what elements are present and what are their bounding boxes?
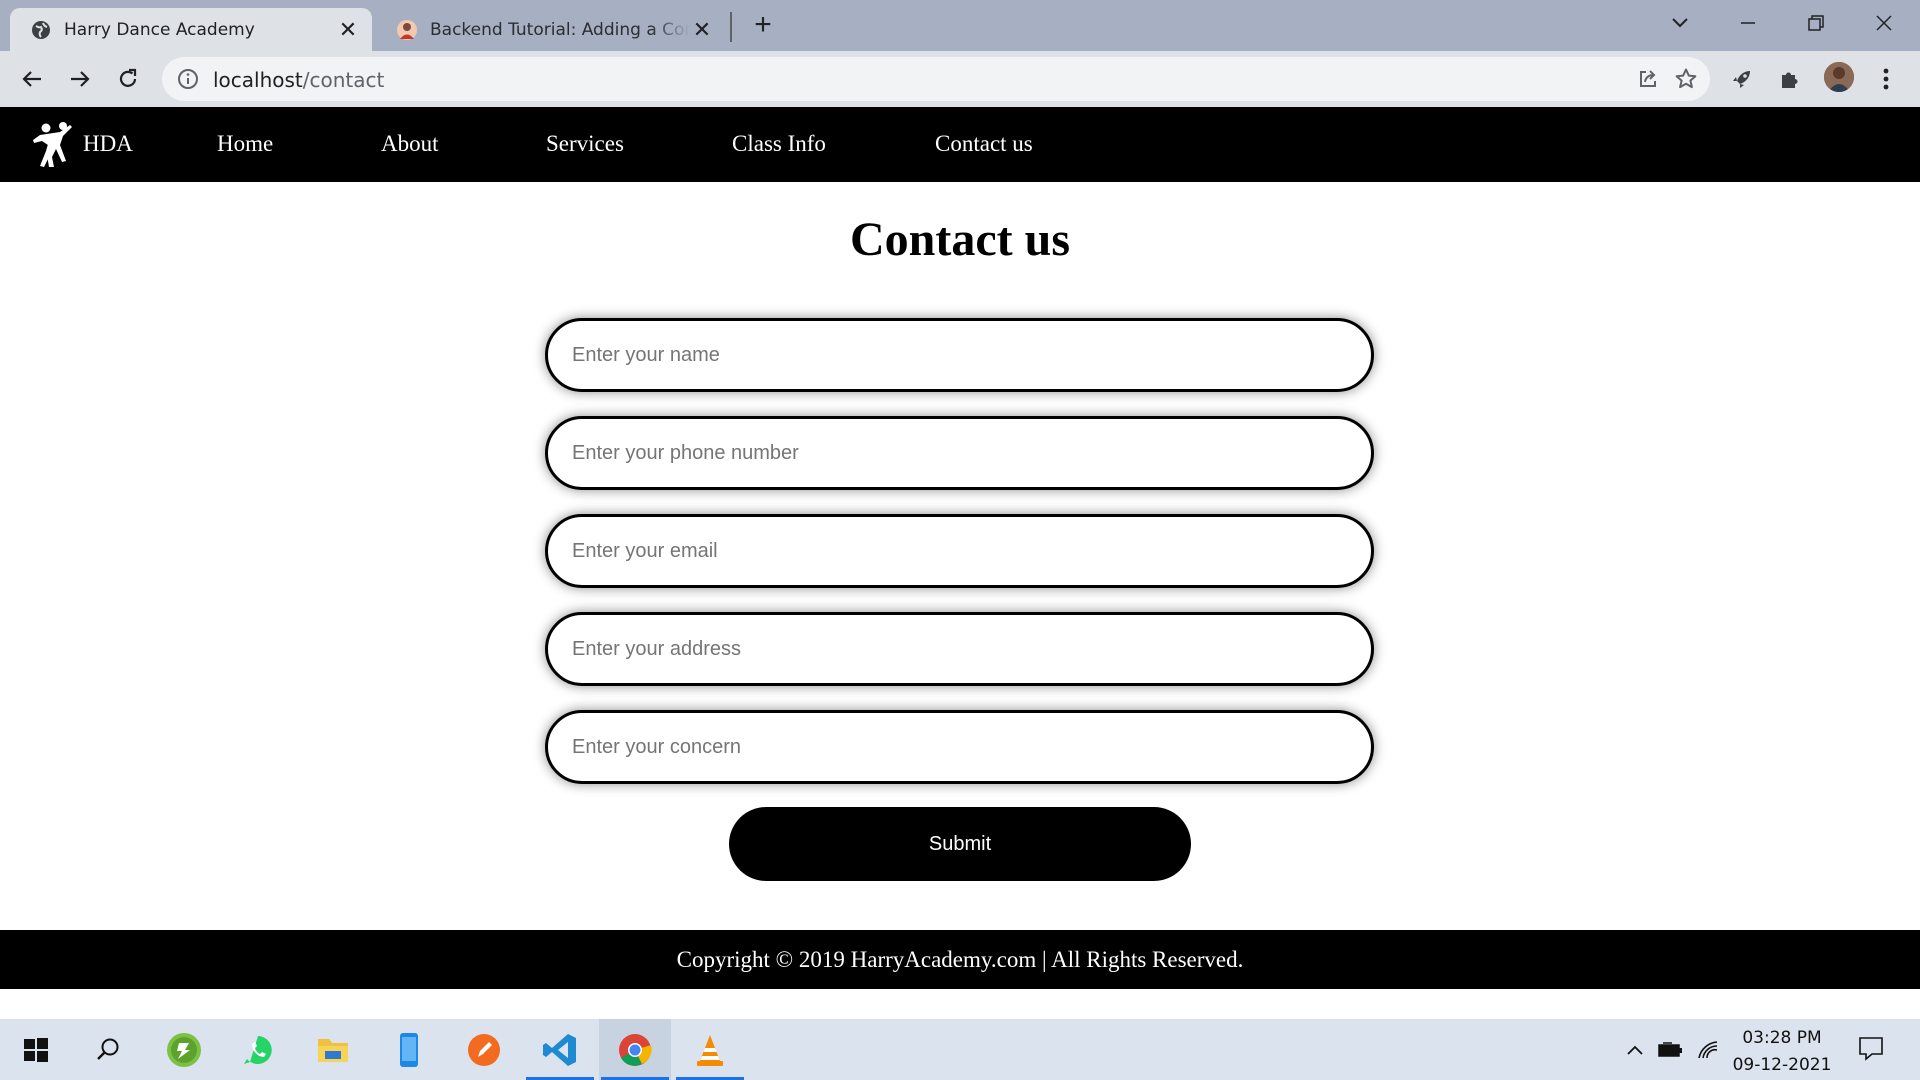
rocket-extension-icon[interactable] xyxy=(1724,61,1760,97)
new-tab-button[interactable]: + xyxy=(748,10,778,40)
share-icon[interactable] xyxy=(1635,66,1661,92)
close-window-icon[interactable] xyxy=(1864,8,1904,38)
whatsapp-icon[interactable] xyxy=(222,1019,294,1080)
nav-contact-us[interactable]: Contact us xyxy=(935,131,1033,157)
concern-input[interactable] xyxy=(548,713,1371,781)
tab-title: Backend Tutorial: Adding a Conta xyxy=(430,19,690,40)
tab-title: Harry Dance Academy xyxy=(64,19,255,40)
url-host: localhost xyxy=(213,68,303,92)
address-input[interactable] xyxy=(548,615,1371,683)
search-icon[interactable] xyxy=(72,1019,144,1080)
clock-date: 09-12-2021 xyxy=(1732,1055,1832,1075)
browser-toolbar: localhost/contact xyxy=(0,51,1920,107)
file-explorer-icon[interactable] xyxy=(297,1019,369,1080)
url-text: localhost/contact xyxy=(213,68,384,92)
address-bar[interactable]: localhost/contact xyxy=(162,57,1710,101)
chrome-icon[interactable] xyxy=(599,1019,671,1080)
name-field[interactable] xyxy=(545,318,1374,392)
phone-icon[interactable] xyxy=(373,1019,445,1080)
tab-separator xyxy=(730,12,732,42)
phone-input[interactable] xyxy=(548,419,1371,487)
nav-services[interactable]: Services xyxy=(546,131,624,157)
tab-backend-tutorial[interactable]: Backend Tutorial: Adding a Conta ✕ xyxy=(376,8,726,51)
brand-name[interactable]: HDA xyxy=(83,131,133,157)
tab-harry-dance-academy[interactable]: Harry Dance Academy ✕ xyxy=(10,8,372,51)
nav-home[interactable]: Home xyxy=(217,131,273,157)
nav-about[interactable]: About xyxy=(381,131,439,157)
tab-search-icon[interactable] xyxy=(1660,8,1700,38)
back-icon[interactable] xyxy=(14,61,50,97)
reload-icon[interactable] xyxy=(110,61,146,97)
bookmark-star-icon[interactable] xyxy=(1673,66,1699,92)
profile-avatar[interactable] xyxy=(1824,62,1854,92)
url-path: /contact xyxy=(302,68,385,92)
vscode-icon[interactable] xyxy=(524,1019,596,1080)
phone-field[interactable] xyxy=(545,416,1374,490)
address-field[interactable] xyxy=(545,612,1374,686)
submit-button[interactable]: Submit xyxy=(729,807,1191,881)
minimize-icon[interactable] xyxy=(1728,8,1768,38)
battery-icon[interactable] xyxy=(1658,1037,1684,1063)
close-tab-icon[interactable]: ✕ xyxy=(690,17,714,42)
clock-time: 03:28 PM xyxy=(1742,1028,1822,1048)
close-tab-icon[interactable]: ✕ xyxy=(336,17,360,42)
restore-icon[interactable] xyxy=(1796,8,1836,38)
site-footer: Copyright © 2019 HarryAcademy.com | All … xyxy=(0,930,1920,989)
browser-menu-icon[interactable] xyxy=(1868,61,1904,97)
concern-field[interactable] xyxy=(545,710,1374,784)
avatar-favicon xyxy=(396,19,418,41)
pen-app-icon[interactable] xyxy=(448,1019,520,1080)
dancers-logo-icon[interactable] xyxy=(30,121,80,169)
nav-class-info[interactable]: Class Info xyxy=(732,131,826,157)
forward-icon[interactable] xyxy=(62,61,98,97)
globe-icon xyxy=(30,19,52,41)
page-title: Contact us xyxy=(849,213,1070,266)
site-navbar: HDA Home About Services Class Info Conta… xyxy=(0,107,1920,182)
copyright-text: Copyright © 2019 HarryAcademy.com | All … xyxy=(676,946,1244,972)
wifi-icon[interactable] xyxy=(1696,1037,1722,1063)
app-icon[interactable] xyxy=(148,1019,220,1080)
taskbar-clock[interactable]: 03:28 PM 09-12-2021 xyxy=(1720,1025,1844,1079)
start-icon[interactable] xyxy=(0,1019,72,1080)
email-input[interactable] xyxy=(548,517,1371,585)
notification-icon[interactable] xyxy=(1858,1035,1884,1061)
extensions-puzzle-icon[interactable] xyxy=(1772,61,1808,97)
tab-strip: Harry Dance Academy ✕ Backend Tutorial: … xyxy=(0,0,1920,51)
site-info-icon[interactable] xyxy=(176,67,200,91)
chevron-up-icon[interactable] xyxy=(1622,1037,1648,1063)
email-field[interactable] xyxy=(545,514,1374,588)
name-input[interactable] xyxy=(548,321,1371,389)
windows-taskbar: 03:28 PM 09-12-2021 xyxy=(0,1019,1920,1080)
vlc-icon[interactable] xyxy=(674,1019,746,1080)
